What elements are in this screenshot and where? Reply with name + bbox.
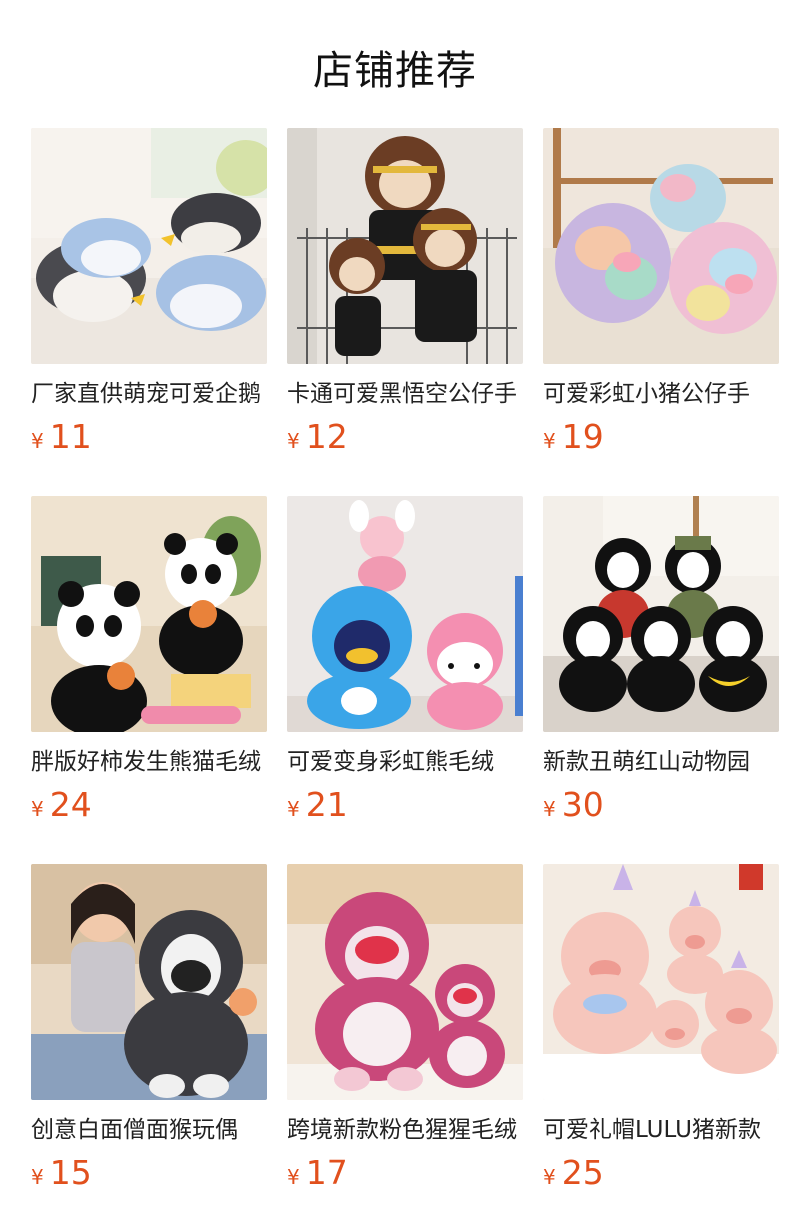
product-price: ¥12 (287, 420, 523, 454)
product-card-monkey-king[interactable]: 卡通可爱黑悟空公仔手 ¥12 (287, 128, 523, 454)
price-value: 11 (49, 417, 92, 456)
price-value: 25 (561, 1153, 604, 1192)
product-price: ¥25 (543, 1156, 779, 1190)
penguin-plush-photo-icon (31, 128, 267, 364)
price-value: 24 (49, 785, 92, 824)
product-name[interactable]: 可爱变身彩虹熊毛绒 (287, 748, 523, 776)
price-value: 19 (561, 417, 604, 456)
product-card-black-monkey[interactable]: 新款丑萌红山动物园 ¥30 (543, 496, 779, 822)
pink-gorilla-plush-photo-icon (287, 864, 523, 1100)
currency-symbol: ¥ (31, 797, 44, 821)
shop-recommend-page: 店铺推荐 厂家直供萌宠可爱企鹅 ¥ 11 卡通可爱黑悟空公仔手 ¥ 12 可爱彩… (0, 0, 790, 1232)
black-monkey-plush-photo-icon (543, 496, 779, 732)
product-image[interactable] (543, 128, 779, 364)
currency-symbol: ¥ (31, 1165, 44, 1189)
product-name[interactable]: 新款丑萌红山动物园 (543, 748, 779, 776)
product-price: ¥24 (31, 788, 267, 822)
currency-symbol: ¥ (543, 797, 556, 821)
product-card-lulu-pig[interactable]: 可爱礼帽LULU猪新款 ¥25 (543, 864, 779, 1190)
price-value: 21 (305, 785, 348, 824)
currency-symbol: ¥ (287, 1165, 300, 1189)
currency-symbol: ¥ (543, 1165, 556, 1189)
product-name[interactable]: 可爱彩虹小猪公仔手 (543, 380, 779, 408)
price-value: 30 (561, 785, 604, 824)
product-price: ¥17 (287, 1156, 523, 1190)
price-value: 17 (305, 1153, 348, 1192)
product-price: ¥15 (31, 1156, 267, 1190)
panda-plush-photo-icon (31, 496, 267, 732)
product-name[interactable]: 跨境新款粉色猩猩毛绒 (287, 1116, 523, 1144)
product-price: ¥21 (287, 788, 523, 822)
product-image[interactable] (287, 864, 523, 1100)
currency-symbol: ¥ (543, 429, 556, 453)
product-image[interactable] (543, 496, 779, 732)
currency-symbol: ¥ (287, 797, 300, 821)
product-name[interactable]: 创意白面僧面猴玩偶 (31, 1116, 267, 1144)
product-name[interactable]: 卡通可爱黑悟空公仔手 (287, 380, 523, 408)
product-card-pink-gorilla[interactable]: 跨境新款粉色猩猩毛绒 ¥17 (287, 864, 523, 1190)
product-image[interactable] (543, 864, 779, 1100)
product-image[interactable] (31, 496, 267, 732)
product-card-rainbow-bear[interactable]: 可爱变身彩虹熊毛绒 ¥21 (287, 496, 523, 822)
gray-monkey-plush-photo-icon (31, 864, 267, 1100)
product-card-panda[interactable]: 胖版好柿发生熊猫毛绒 ¥24 (31, 496, 267, 822)
product-price: ¥30 (543, 788, 779, 822)
currency-symbol: ¥ (31, 429, 44, 453)
currency-symbol: ¥ (287, 429, 300, 453)
monkey-king-plush-photo-icon (287, 128, 523, 364)
product-card-penguin[interactable]: 厂家直供萌宠可爱企鹅 ¥11 (31, 128, 267, 454)
product-image[interactable] (31, 864, 267, 1100)
product-image[interactable] (287, 496, 523, 732)
price-value: 12 (305, 417, 348, 456)
product-price: ¥11 (31, 420, 267, 454)
rainbow-bear-plush-photo-icon (287, 496, 523, 732)
product-name[interactable]: 厂家直供萌宠可爱企鹅 (31, 380, 267, 408)
product-price: ¥19 (543, 420, 779, 454)
price-value: 15 (49, 1153, 92, 1192)
page-title: 店铺推荐 (313, 48, 477, 94)
lulu-pig-plush-photo-icon (543, 864, 779, 1100)
product-name[interactable]: 胖版好柿发生熊猫毛绒 (31, 748, 267, 776)
product-image[interactable] (31, 128, 267, 364)
rainbow-pig-plush-photo-icon (543, 128, 779, 364)
product-image[interactable] (287, 128, 523, 364)
product-name[interactable]: 可爱礼帽LULU猪新款 (543, 1116, 779, 1144)
product-card-gray-monkey[interactable]: 创意白面僧面猴玩偶 ¥15 (31, 864, 267, 1190)
product-card-rainbow-pig[interactable]: 可爱彩虹小猪公仔手 ¥19 (543, 128, 779, 454)
